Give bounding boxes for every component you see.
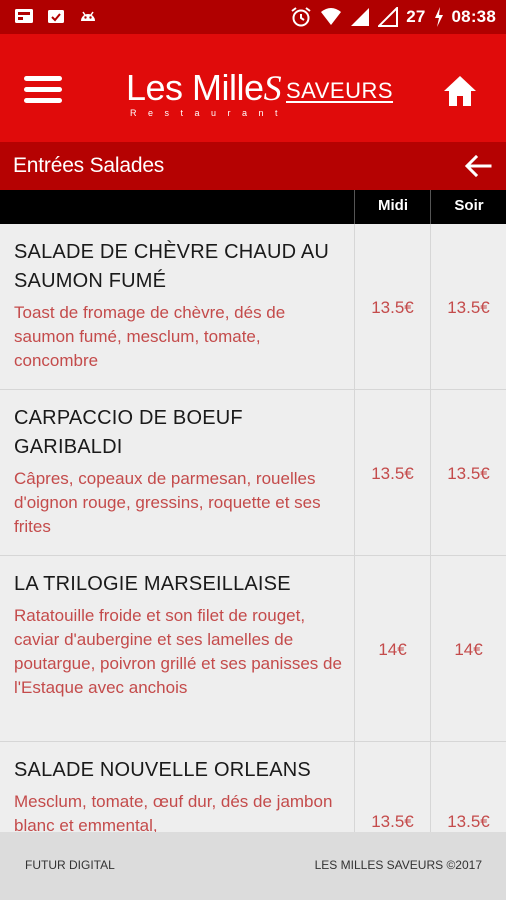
price-soir: 14€ (454, 640, 483, 659)
gallery-icon (15, 9, 33, 23)
no-signal-icon (378, 7, 399, 27)
price-soir-cell: 14€ (431, 556, 506, 741)
system-icons: 27 08:38 (290, 6, 496, 28)
price-soir-cell: 13.5€ (431, 390, 506, 555)
back-button[interactable] (464, 154, 492, 178)
arrow-left-icon (464, 154, 492, 178)
column-header-midi: Midi (354, 190, 431, 224)
dish-description: Toast de fromage de chèvre, dés de saumo… (14, 303, 286, 370)
wifi-icon (321, 8, 342, 25)
android-icon (81, 11, 95, 21)
price-midi: 14€ (378, 640, 407, 659)
home-icon (444, 76, 476, 106)
app-bar: Les MilleS SAVEURS Restaurant (0, 34, 506, 142)
price-midi-cell: 13.5€ (355, 224, 431, 389)
dish-description: Câpres, copeaux de parmesan, rouelles d'… (14, 469, 321, 536)
logo-saveurs: SAVEURS (286, 78, 394, 103)
dish-cell: SALADE NOUVELLE ORLEANS Mesclum, tomate,… (0, 742, 355, 832)
dish-name: SALADE NOUVELLE ORLEANS (14, 759, 311, 781)
price-soir-cell: 13.5€ (431, 742, 506, 832)
price-soir: 13.5€ (447, 812, 490, 831)
clock: 08:38 (451, 7, 496, 26)
price-soir-cell: 13.5€ (431, 224, 506, 389)
dish-cell: SALADE DE CHÈVRE CHAUD AU SAUMON FUMÉ To… (0, 224, 355, 389)
dish-name: LA TRILOGIE MARSEILLAISE (14, 573, 291, 595)
column-header-soir: Soir (430, 190, 506, 224)
restaurant-logo: Les MilleS SAVEURS Restaurant (126, 67, 393, 120)
dish-description: Ratatouille froide et son filet de rouge… (14, 606, 342, 697)
battery-level: 27 (406, 7, 426, 26)
price-midi-cell: 13.5€ (355, 390, 431, 555)
price-soir: 13.5€ (447, 464, 490, 483)
hamburger-menu-icon (24, 76, 62, 103)
alarm-icon (291, 7, 311, 27)
dish-name: SALADE DE CHÈVRE CHAUD AU SAUMON FUMÉ (14, 241, 330, 292)
menu-item-row[interactable]: SALADE DE CHÈVRE CHAUD AU SAUMON FUMÉ To… (0, 224, 506, 390)
section-header: Entrées Salades (0, 142, 506, 190)
menu-list[interactable]: SALADE DE CHÈVRE CHAUD AU SAUMON FUMÉ To… (0, 224, 506, 832)
signal-icon (351, 8, 370, 26)
footer-credit: FUTUR DIGITAL (25, 858, 115, 872)
price-midi: 13.5€ (371, 464, 414, 483)
menu-item-row[interactable]: CARPACCIO DE BOEUF GARIBALDI Câpres, cop… (0, 390, 506, 556)
dish-description: Mesclum, tomate, œuf dur, dés de jambon … (14, 792, 333, 832)
footer: FUTUR DIGITAL LES MILLES SAVEURS ©2017 (0, 832, 506, 900)
menu-button[interactable] (24, 76, 62, 104)
notification-icons (14, 7, 98, 25)
price-midi: 13.5€ (371, 298, 414, 317)
table-header: Midi Soir (0, 190, 506, 224)
status-bar: 27 08:38 (0, 0, 506, 34)
battery-charging-icon (434, 7, 443, 27)
logo-wordmark: Les MilleS (126, 67, 282, 109)
dish-cell: LA TRILOGIE MARSEILLAISE Ratatouille fro… (0, 556, 355, 741)
price-midi-cell: 13.5€ (355, 742, 431, 832)
page-title: Entrées Salades (13, 154, 165, 177)
menu-item-row[interactable]: LA TRILOGIE MARSEILLAISE Ratatouille fro… (0, 556, 506, 742)
price-soir: 13.5€ (447, 298, 490, 317)
dish-name: CARPACCIO DE BOEUF GARIBALDI (14, 407, 243, 458)
logo-tagline: Restaurant (130, 108, 290, 118)
price-midi-cell: 14€ (355, 556, 431, 741)
dish-cell: CARPACCIO DE BOEUF GARIBALDI Câpres, cop… (0, 390, 355, 555)
price-midi: 13.5€ (371, 812, 414, 831)
home-button[interactable] (442, 74, 478, 108)
sync-icon (48, 10, 64, 23)
footer-copyright: LES MILLES SAVEURS ©2017 (314, 858, 482, 872)
menu-item-row[interactable]: SALADE NOUVELLE ORLEANS Mesclum, tomate,… (0, 742, 506, 832)
